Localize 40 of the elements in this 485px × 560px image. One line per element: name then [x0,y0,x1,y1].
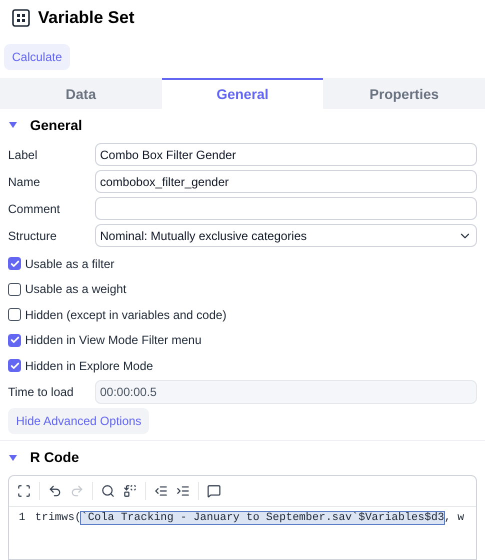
caret-down-icon[interactable] [8,121,18,129]
field-label: Label [8,146,38,164]
checkbox[interactable] [8,359,21,372]
field-label: Comment [8,200,62,218]
grid-icon [12,9,30,27]
checkbox-label: Hidden (except in variables and code) [25,306,226,324]
replace-icon[interactable] [123,484,137,498]
window-title: Variable Set [38,7,134,30]
hide-advanced-options-button[interactable]: Hide Advanced Options [8,408,150,434]
indent-icon[interactable] [176,484,190,498]
section-heading: General [30,116,82,134]
structure-dropdown[interactable]: Nominal: Mutually exclusive categories [95,224,477,247]
checkbox[interactable] [8,282,21,296]
calculate-button[interactable]: Calculate [4,44,70,70]
text-field[interactable]: Combo Box Filter Gender [95,143,477,166]
checkbox[interactable] [8,257,21,270]
checkbox[interactable] [8,308,21,322]
fullscreen-icon[interactable] [17,484,31,498]
checkbox-label: Hidden in Explore Mode [25,358,154,375]
search-icon[interactable] [101,484,115,498]
text-field[interactable]: combobox_filter_gender [95,170,477,193]
caret-down-icon[interactable] [8,454,18,462]
tab[interactable]: Properties [323,78,485,109]
code-editor[interactable]: 1 trimws(`Cola Tracking - January to September.sav`$Variables$d3, w [8,474,477,560]
line-number: 1 [18,510,26,526]
checkbox-label: Usable as a filter [25,256,114,273]
comment-icon[interactable] [207,484,221,498]
section-heading: R Code [30,448,79,467]
text-field[interactable] [95,197,477,220]
outdent-icon[interactable] [154,484,168,498]
undo-icon[interactable] [48,484,62,498]
tab[interactable]: General [162,78,324,109]
checkbox[interactable] [8,334,21,347]
code-line: trimws(`Cola Tracking - January to September.sav`$Variables$d3, w [35,510,464,526]
field-label: Time to load [8,384,75,401]
field-label: Name [8,174,42,190]
checkbox-label: Usable as a weight [25,281,126,298]
field-label: Structure [8,228,58,244]
checkbox-label: Hidden in View Mode Filter menu [25,332,202,350]
tab[interactable]: Data [0,78,162,109]
